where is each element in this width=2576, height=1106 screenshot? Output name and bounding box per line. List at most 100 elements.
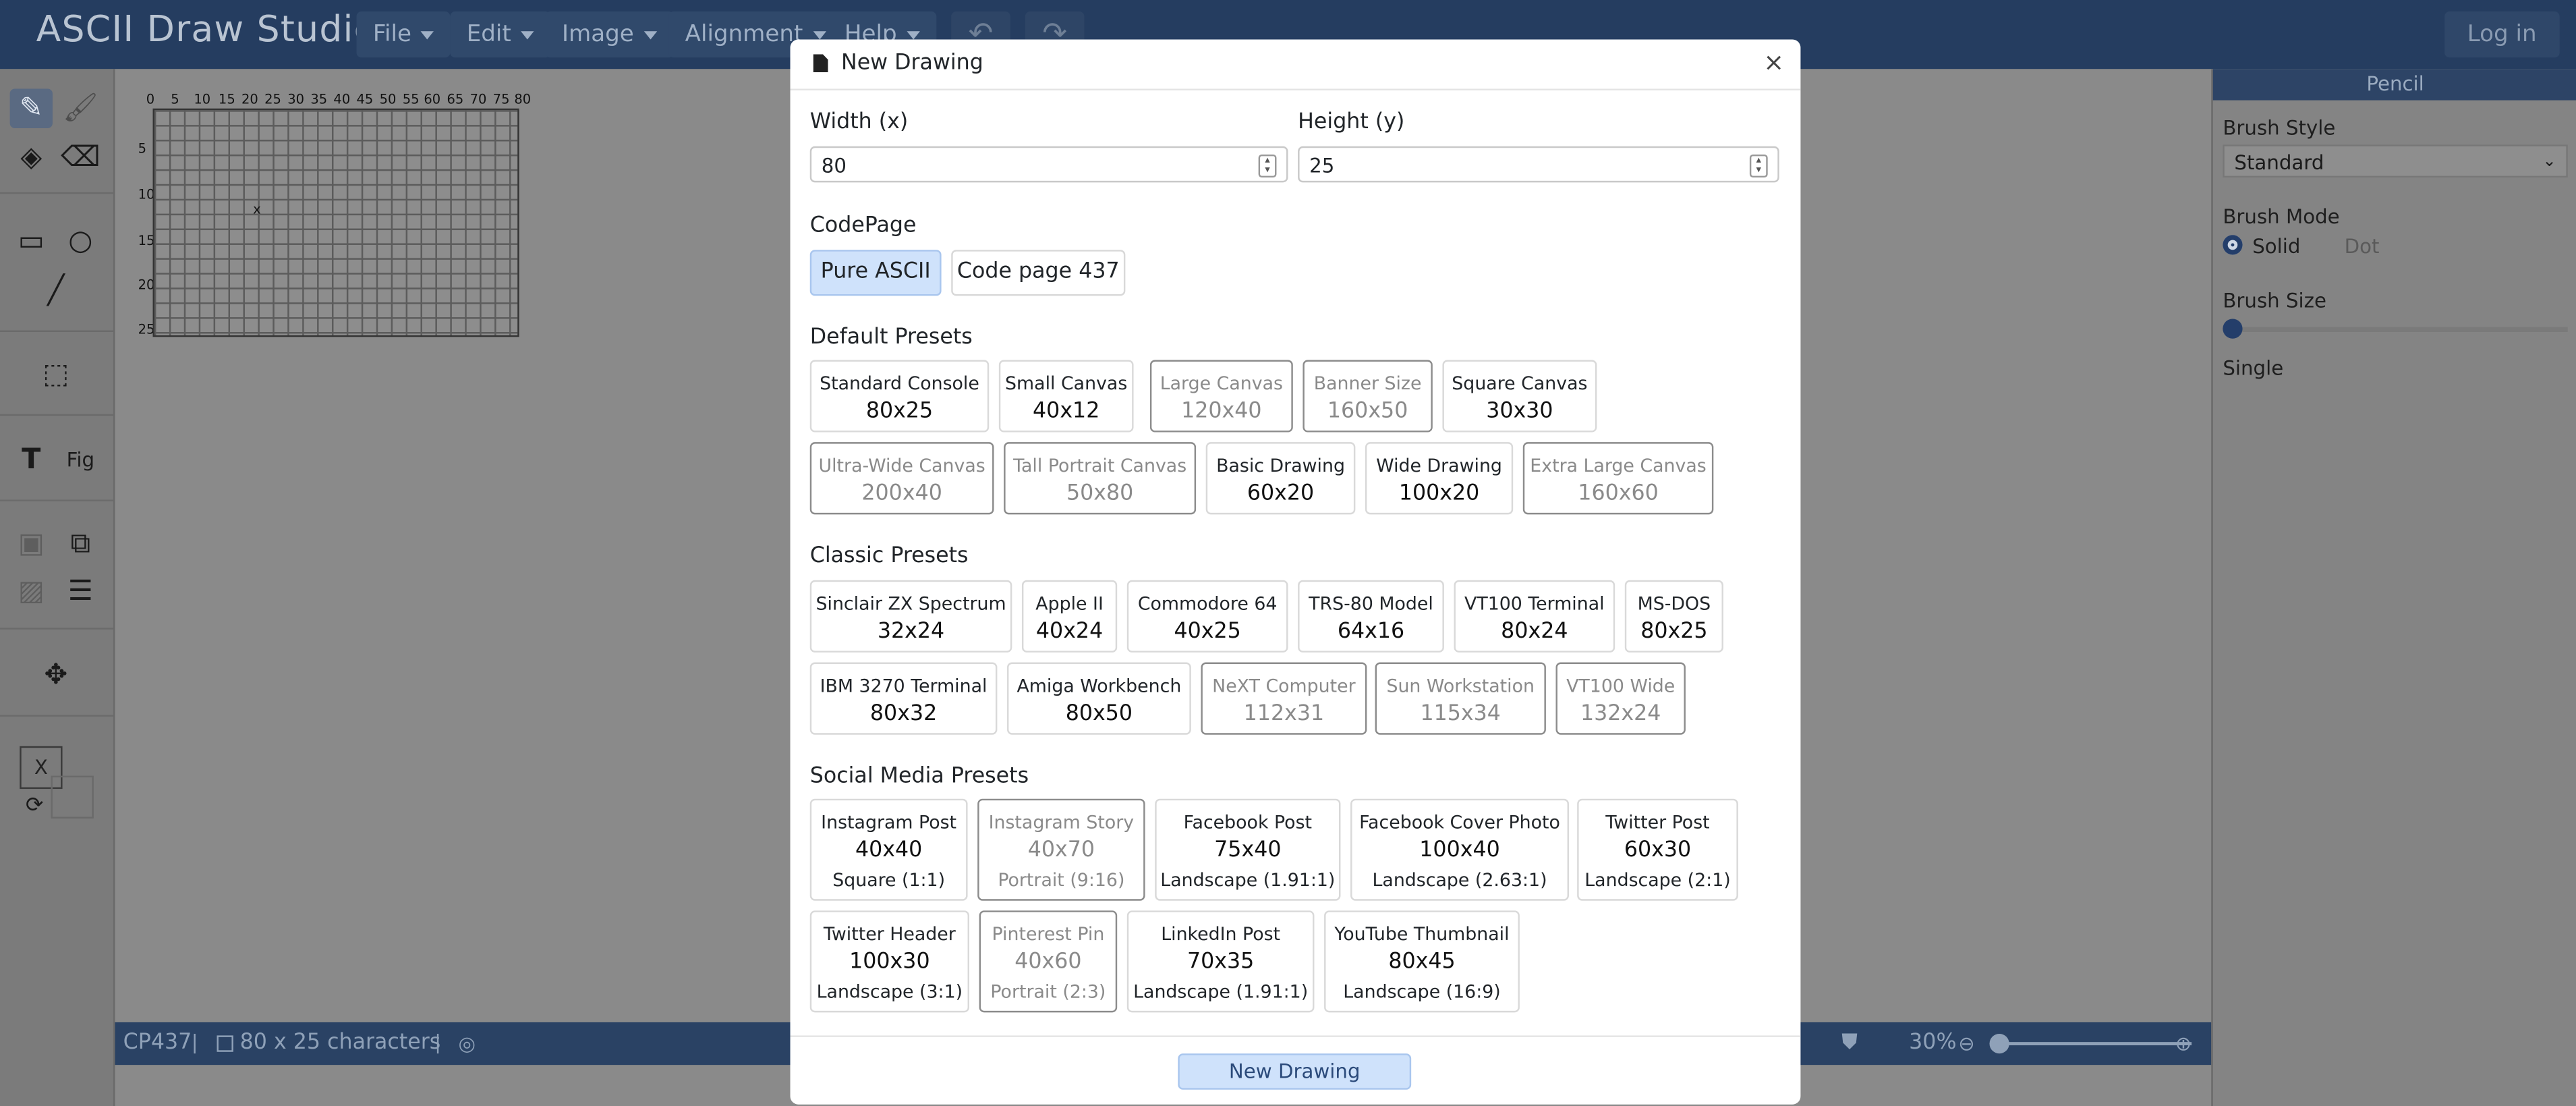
menu-image[interactable]: Image [545,11,674,58]
background-color-swatch[interactable] [51,775,94,819]
tool-palette: ✎ 🖌 ◈ ⌫ ▭ ○ ╱ ⬚ T Fig ▣ ⧉ ▨ ☰ ✥ X ⟳ [0,69,115,1106]
preset-card[interactable]: MS-DOS 80x25 [1624,580,1723,653]
paint-bucket-icon[interactable]: ◈ [10,138,53,177]
preset-card[interactable]: Instagram Post 40x40 Square (1:1) [809,798,968,901]
text-icon[interactable]: T [10,441,53,480]
width-stepper[interactable]: ▴ ▾ [1258,154,1277,178]
toolbar-divider [0,628,114,630]
preset-name: Instagram Post [821,812,957,833]
preset-card[interactable]: Basic Drawing 60x20 [1205,442,1356,515]
image-icon[interactable]: ▨ [10,572,53,611]
preset-card[interactable]: Facebook Post 75x40 Landscape (1.91:1) [1155,798,1341,901]
preset-name: Facebook Cover Photo [1359,812,1560,833]
preset-card[interactable]: Sun Workstation 115x34 [1375,662,1546,735]
preset-card[interactable]: LinkedIn Post 70x35 Landscape (1.91:1) [1126,910,1315,1013]
eraser-icon[interactable]: ⌫ [59,138,102,177]
chevron-down-icon [521,30,534,39]
new-drawing-dialog: New Drawing × Width (x) 80 ▴ ▾ Height (y)… [790,39,1801,1105]
preset-card[interactable]: Commodore 64 40x25 [1126,580,1288,653]
preset-card[interactable]: Extra Large Canvas 160x60 [1522,442,1714,515]
preset-card[interactable]: Tall Portrait Canvas 50x80 [1004,442,1197,515]
move-icon[interactable]: ✥ [34,656,77,695]
ruler-x-tick: 80 [514,92,532,107]
zoom-slider-thumb[interactable] [1989,1033,2009,1054]
ruler-x-tick: 50 [379,92,397,107]
toolbar-divider [0,715,114,717]
preset-size: 70x35 [1186,949,1255,975]
radio-solid[interactable] [2223,235,2243,255]
preset-card[interactable]: Banner Size 160x50 [1303,360,1433,433]
drawing-canvas[interactable] [152,108,519,337]
ruler-x-tick: 55 [402,92,420,107]
pencil-icon[interactable]: ✎ [9,88,53,128]
toolbar-divider [0,414,114,416]
zoom-slider[interactable] [1997,1042,2192,1046]
preset-size: 64x16 [1337,619,1405,644]
new-drawing-button[interactable]: New Drawing [1178,1053,1412,1090]
close-icon[interactable]: × [1763,48,1784,78]
height-stepper[interactable]: ▴ ▾ [1749,154,1768,178]
preset-card[interactable]: Twitter Header 100x30 Landscape (3:1) [809,910,969,1013]
shield-icon[interactable]: ⛊ [1841,1022,1858,1065]
menu-file[interactable]: File [356,11,451,58]
preset-card[interactable]: Ultra-Wide Canvas 200x40 [809,442,994,515]
preset-size: 40x70 [1027,838,1095,863]
preset-size: 120x40 [1181,399,1262,424]
preset-size: 132x24 [1580,701,1661,727]
preset-card[interactable]: TRS-80 Model 64x16 [1298,580,1444,653]
figlet-icon[interactable]: Fig [59,441,102,480]
preset-name: Instagram Story [988,812,1135,833]
panel-title: Pencil [2212,69,2576,101]
ruler-x-tick: 25 [264,92,281,107]
codepage-437[interactable]: Code page 437 [951,250,1126,296]
target-icon[interactable]: ◎ [459,1022,476,1065]
preset-card[interactable]: Apple II 40x24 [1021,580,1118,653]
preset-card[interactable]: Large Canvas 120x40 [1149,360,1293,433]
preset-size: 40x24 [1035,619,1104,644]
canvas-size-status: 80 x 25 characters [239,1030,441,1055]
menu-edit[interactable]: Edit [450,11,551,58]
preset-card[interactable]: Facebook Cover Photo 100x40 Landscape (2.6… [1350,798,1569,901]
chevron-down-icon [421,30,435,39]
brush-style-label: Brush Style [2223,116,2336,140]
brush-size-thumb[interactable] [2223,319,2243,339]
preset-card[interactable]: Pinterest Pin 40x60 Portrait (2:3) [979,910,1118,1013]
preset-card[interactable]: Wide Drawing 100x20 [1365,442,1514,515]
login-button[interactable]: Log in [2444,11,2560,58]
preset-ratio: Portrait (9:16) [998,869,1125,891]
preset-card[interactable]: YouTube Thumbnail 80x45 Landscape (16:9) [1324,910,1520,1013]
swap-colors-icon[interactable]: ⟳ [13,787,55,827]
preset-size: 100x30 [849,949,930,975]
codepage-pure-ascii[interactable]: Pure ASCII [809,250,942,296]
preset-card[interactable]: VT100 Wide 132x24 [1555,662,1686,735]
circle-icon[interactable]: ○ [59,222,102,261]
brush-style-select[interactable]: Standard ⌄ [2223,144,2568,178]
height-input[interactable]: 25 ▴ ▾ [1298,146,1779,183]
preset-card[interactable]: Twitter Post 60x30 Landscape (2:1) [1577,798,1738,901]
image-convert-icon[interactable]: ⧉ [59,524,102,563]
zoom-in-icon[interactable]: ⊕ [2175,1022,2192,1065]
rectangle-icon[interactable]: ▭ [10,222,53,261]
brush-size-slider[interactable] [2232,327,2568,332]
preset-card[interactable]: IBM 3270 Terminal 80x32 [809,662,998,735]
preset-name: Extra Large Canvas [1530,455,1707,477]
preset-name: VT100 Wide [1566,675,1676,697]
preset-card[interactable]: Standard Console 80x25 [809,360,990,433]
table-icon[interactable]: ☰ [59,572,102,611]
line-icon[interactable]: ╱ [34,271,77,310]
width-input[interactable]: 80 ▴ ▾ [809,146,1288,183]
zoom-out-icon[interactable]: ⊖ [1958,1022,1975,1065]
preset-card[interactable]: Instagram Story 40x70 Portrait (9:16) [977,798,1145,901]
preset-card[interactable]: Small Canvas 40x12 [998,360,1134,433]
preset-card[interactable]: Square Canvas 30x30 [1442,360,1597,433]
preset-card[interactable]: Amiga Workbench 80x50 [1007,662,1191,735]
toolbar-divider [0,499,114,501]
preset-card[interactable]: VT100 Terminal 80x24 [1454,580,1615,653]
frame-icon[interactable]: ▣ [10,524,53,563]
radio-dot-label[interactable]: Dot [2345,235,2380,258]
brush-icon[interactable]: 🖌 [59,89,102,128]
preset-name: Sinclair ZX Spectrum [815,593,1006,615]
preset-card[interactable]: NeXT Computer 112x31 [1201,662,1367,735]
selection-icon[interactable]: ⬚ [34,355,77,394]
preset-card[interactable]: Sinclair ZX Spectrum 32x24 [809,580,1012,653]
